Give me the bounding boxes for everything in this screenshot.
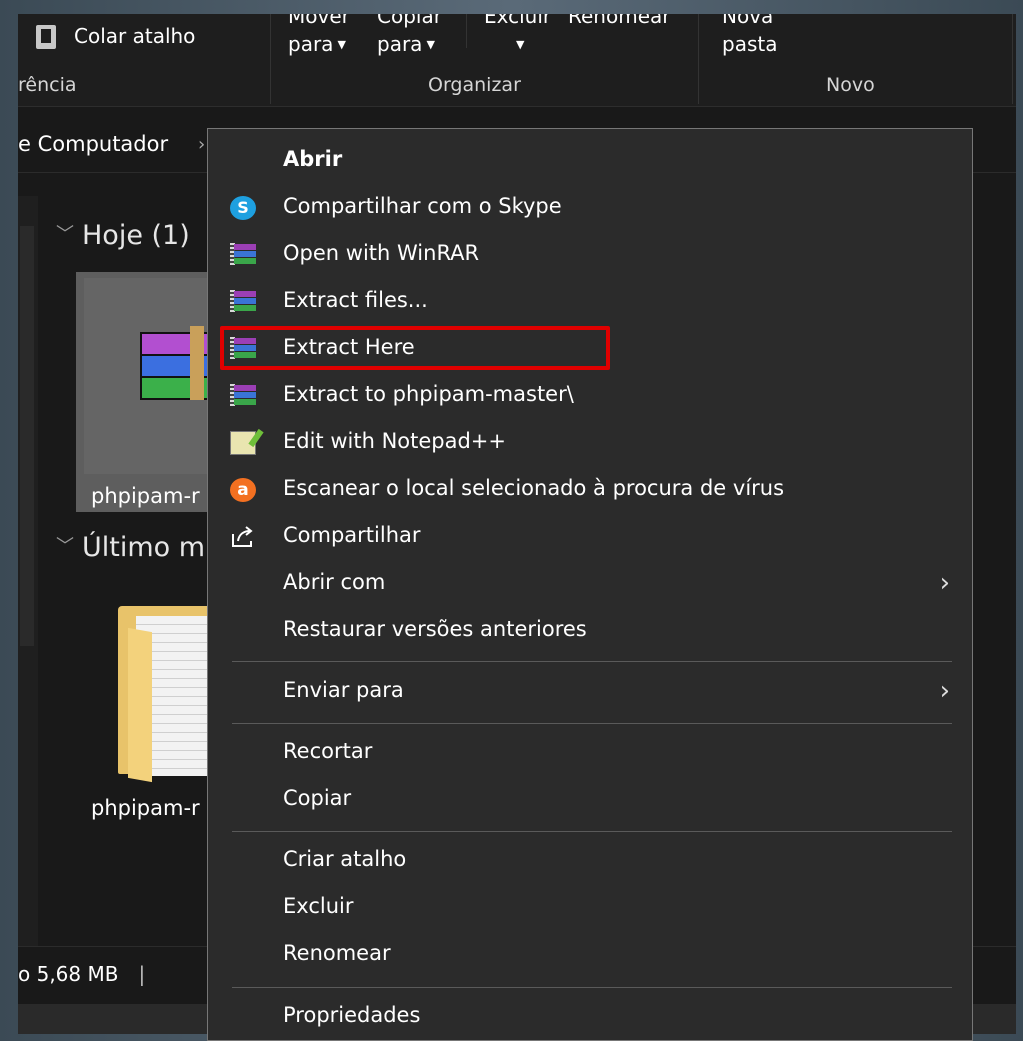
winrar-icon xyxy=(230,290,256,314)
ribbon-separator xyxy=(466,14,467,48)
menu-separator xyxy=(232,831,952,832)
menu-item-send-to[interactable]: Enviar para › xyxy=(208,670,972,714)
file-name-folder[interactable]: phpipam-r xyxy=(91,796,200,820)
new-folder-button-line1[interactable]: Nova xyxy=(722,14,773,28)
menu-item-cut[interactable]: Recortar xyxy=(208,731,972,775)
menu-item-label: Propriedades xyxy=(283,1003,421,1027)
status-size: o 5,68 MB xyxy=(18,962,119,986)
menu-item-label: Renomear xyxy=(283,941,391,965)
caret-down-icon: ▼ xyxy=(516,38,525,51)
menu-separator xyxy=(232,723,952,724)
menu-item-label: Edit with Notepad++ xyxy=(283,429,507,453)
archive-strap xyxy=(190,326,204,400)
copy-to-button-line1[interactable]: Copiar xyxy=(377,14,442,28)
folder-front xyxy=(128,627,152,783)
winrar-icon xyxy=(230,243,256,267)
menu-item-label: Escanear o local selecionado à procura d… xyxy=(283,476,785,500)
caret-down-icon: ▼ xyxy=(337,38,346,51)
menu-item-label: Recortar xyxy=(283,739,373,763)
menu-item-open-with[interactable]: Abrir com › xyxy=(208,562,972,606)
menu-item-create-shortcut[interactable]: Criar atalho xyxy=(208,839,972,883)
new-folder-button[interactable]: pasta xyxy=(722,32,777,56)
paste-shortcut-icon xyxy=(36,25,56,49)
group-header-label: Último m xyxy=(82,532,206,563)
menu-item-label: Compartilhar com o Skype xyxy=(283,194,562,218)
group-header-label: Hoje (1) xyxy=(82,220,190,251)
ribbon-group-clipboard: rência xyxy=(18,74,77,96)
paste-shortcut-button[interactable]: Colar atalho xyxy=(74,24,195,48)
context-menu: Abrir S Compartilhar com o Skype Open wi… xyxy=(207,128,973,1041)
menu-separator xyxy=(232,987,952,988)
menu-item-label: Extract files... xyxy=(283,288,428,312)
menu-item-label: Enviar para xyxy=(283,678,404,702)
menu-item-label: Extract to phpipam-master\ xyxy=(283,382,574,406)
menu-item-label: Copiar xyxy=(283,786,352,810)
menu-item-extract-files[interactable]: Extract files... xyxy=(208,280,972,324)
status-divider: | xyxy=(138,962,146,986)
skype-icon: S xyxy=(230,196,256,220)
menu-item-label: Criar atalho xyxy=(283,847,407,871)
menu-separator xyxy=(232,661,952,662)
move-to-button[interactable]: para ▼ xyxy=(288,32,346,56)
ribbon-group-organize: Organizar xyxy=(428,74,521,96)
chevron-down-icon: ﹀ xyxy=(56,224,74,245)
menu-item-label: Abrir xyxy=(283,147,343,171)
ribbon-separator xyxy=(1012,14,1013,104)
ribbon: Colar atalho Mover para ▼ Copiar para ▼ Ex… xyxy=(18,14,1016,107)
menu-item-properties[interactable]: Propriedades xyxy=(208,995,972,1039)
menu-item-label: Restaurar versões anteriores xyxy=(283,617,587,641)
menu-item-share-skype[interactable]: S Compartilhar com o Skype xyxy=(208,186,972,230)
copy-to-button[interactable]: para ▼ xyxy=(377,32,435,56)
menu-item-extract-to[interactable]: Extract to phpipam-master\ xyxy=(208,374,972,418)
menu-item-restore-versions[interactable]: Restaurar versões anteriores xyxy=(208,609,972,653)
menu-item-scan-virus[interactable]: a Escanear o local selecionado à procura… xyxy=(208,468,972,512)
menu-item-open[interactable]: Abrir xyxy=(208,139,972,183)
chevron-right-icon: › xyxy=(939,568,950,598)
menu-item-edit-notepad[interactable]: Edit with Notepad++ xyxy=(208,421,972,465)
status-size-text: o 5,68 MB | xyxy=(18,962,145,986)
menu-item-share[interactable]: Compartilhar xyxy=(208,515,972,559)
navigation-pane xyxy=(18,196,38,946)
delete-dropdown-arrow[interactable]: ▼ xyxy=(512,32,524,56)
copy-to-label: para xyxy=(377,32,423,56)
ribbon-separator xyxy=(698,14,699,104)
winrar-icon xyxy=(230,384,256,408)
menu-item-label: Open with WinRAR xyxy=(283,241,480,265)
menu-item-rename[interactable]: Renomear xyxy=(208,933,972,977)
breadcrumb[interactable]: e Computador xyxy=(18,132,168,156)
move-to-label: para xyxy=(288,32,334,56)
move-to-button-line1[interactable]: Mover xyxy=(288,14,350,28)
ribbon-group-new: Novo xyxy=(826,74,875,96)
file-name-rar[interactable]: phpipam-r xyxy=(91,484,200,508)
ribbon-separator xyxy=(270,14,271,104)
menu-item-delete[interactable]: Excluir xyxy=(208,886,972,930)
rename-button[interactable]: Renomear xyxy=(568,14,670,28)
breadcrumb-chevron-icon[interactable]: › xyxy=(198,134,205,155)
menu-item-label: Compartilhar xyxy=(283,523,421,547)
menu-item-open-winrar[interactable]: Open with WinRAR xyxy=(208,233,972,277)
menu-item-label: Abrir com xyxy=(283,570,386,594)
share-icon xyxy=(230,525,256,549)
chevron-down-icon: ﹀ xyxy=(56,536,74,557)
chevron-right-icon: › xyxy=(939,676,950,706)
group-header-today[interactable]: ﹀ Hoje (1) xyxy=(56,220,190,251)
group-header-last-month[interactable]: ﹀ Último m xyxy=(56,532,205,563)
menu-item-label: Excluir xyxy=(283,894,354,918)
highlight-box xyxy=(220,326,610,370)
navigation-scrollbar[interactable] xyxy=(20,226,34,646)
menu-item-copy[interactable]: Copiar xyxy=(208,778,972,822)
caret-down-icon: ▼ xyxy=(426,38,435,51)
notepad-plus-plus-icon xyxy=(230,431,256,455)
delete-button[interactable]: Excluir xyxy=(484,14,551,28)
avast-icon: a xyxy=(230,478,256,502)
